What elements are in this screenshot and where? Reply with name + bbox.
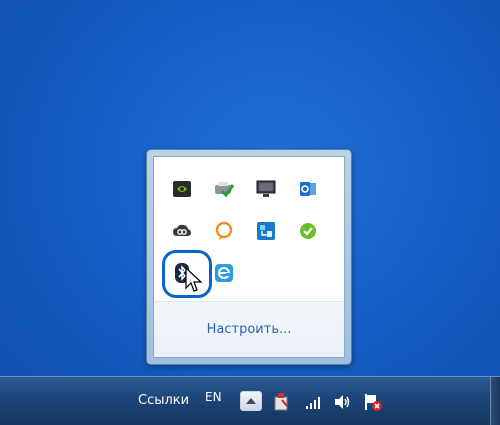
nvidia-icon[interactable] [170,177,194,201]
up-arrow-icon [246,398,256,404]
popup-inner: Настроить... [153,156,345,358]
language-indicator[interactable]: EN [205,390,222,404]
ie-icon[interactable] [212,261,236,285]
hidden-icons-grid [170,177,320,285]
show-desktop-button[interactable] [490,377,500,425]
creative-cloud-icon[interactable] [170,219,194,243]
display-icon[interactable] [254,177,278,201]
customize-link[interactable]: Настроить... [207,322,292,337]
safely-remove-icon[interactable] [272,392,292,412]
notification-overflow-popup: Настроить... [146,149,352,365]
show-hidden-icons-button[interactable] [240,391,262,411]
customize-area: Настроить... [154,301,344,357]
clock-blurred[interactable] [418,381,476,419]
chat-bubble-icon[interactable] [212,219,236,243]
outlook-icon[interactable] [296,177,320,201]
network-app-icon[interactable] [254,219,278,243]
links-toolbar-label[interactable]: Ссылки [138,393,189,408]
bluetooth-icon[interactable] [170,261,194,285]
action-center-flag-icon[interactable] [363,392,383,412]
printer-check-icon[interactable] [212,177,236,201]
signal-icon[interactable] [304,392,324,412]
skype-green-icon[interactable] [296,219,320,243]
volume-icon[interactable] [333,392,353,412]
